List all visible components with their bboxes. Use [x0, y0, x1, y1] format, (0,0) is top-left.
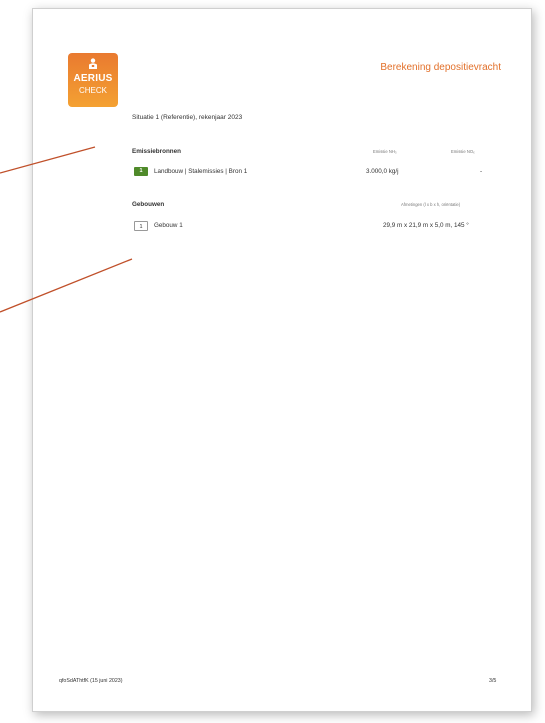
callout-line-buildings	[0, 258, 133, 313]
callout-lines	[0, 146, 133, 313]
callout-line-emissions	[0, 146, 96, 174]
